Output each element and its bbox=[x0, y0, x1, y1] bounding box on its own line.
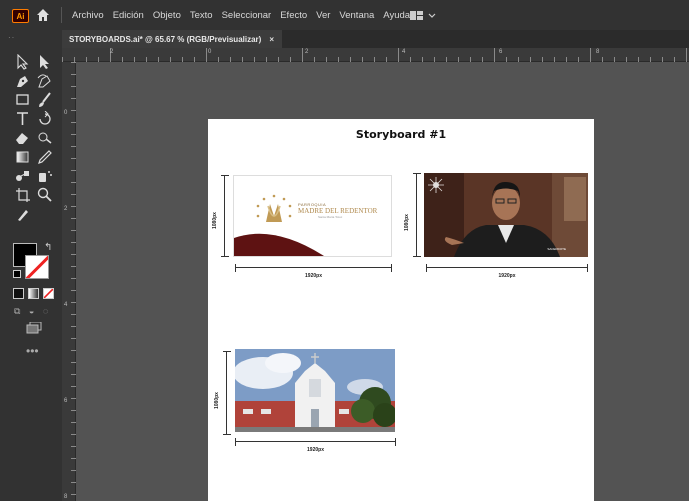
gradient-mode-icon[interactable] bbox=[28, 288, 39, 299]
ruler-label: 6 bbox=[64, 398, 68, 404]
stroke-color-swatch[interactable] bbox=[25, 255, 49, 279]
priest-photo bbox=[424, 173, 588, 257]
height-dimension-label: 1080px bbox=[404, 214, 410, 231]
church-photo bbox=[235, 349, 395, 432]
curvature-tool-icon[interactable] bbox=[36, 73, 54, 89]
gradient-tool-icon[interactable] bbox=[14, 149, 32, 165]
parish-logo-text: PARROQUIA MADRE DEL REDENTOR Santa María… bbox=[298, 202, 377, 219]
ruler-label: 8 bbox=[64, 494, 68, 500]
ruler-label: 2 bbox=[305, 49, 309, 55]
menu-bar: Ai Archivo Edición Objeto Texto Seleccio… bbox=[0, 0, 689, 30]
shape-builder-tool-icon[interactable] bbox=[36, 130, 54, 146]
height-dimension-label: 1080px bbox=[212, 212, 218, 229]
ruler-label: 2 bbox=[64, 206, 68, 212]
width-dimension-label: 1920px bbox=[498, 273, 516, 279]
height-dimension-label: 1080px bbox=[214, 392, 220, 409]
symbol-sprayer-tool-icon[interactable] bbox=[36, 168, 54, 184]
photo-caption: SACERDOTE bbox=[547, 247, 566, 251]
ruler-label: 0 bbox=[208, 49, 212, 55]
none-mode-icon[interactable] bbox=[43, 288, 54, 299]
type-tool-icon[interactable] bbox=[14, 111, 32, 127]
artboard[interactable]: Storyboard #1 1080px PARROQUIA MADRE DEL… bbox=[208, 119, 594, 501]
frame-parish-logo[interactable]: PARROQUIA MADRE DEL REDENTOR Santa María… bbox=[233, 175, 392, 257]
rectangle-tool-icon[interactable] bbox=[14, 92, 32, 108]
hand-tool-icon[interactable] bbox=[14, 206, 32, 222]
more-tools-button[interactable]: ••• bbox=[26, 344, 39, 358]
menu-ventana[interactable]: Ventana bbox=[339, 10, 374, 21]
tools-panel: ·· ↰ ⧉ ◒ ◌ ••• bbox=[0, 30, 62, 501]
paintbrush-tool-icon[interactable] bbox=[36, 92, 54, 108]
swap-colors-icon[interactable]: ↰ bbox=[44, 242, 52, 253]
zoom-tool-icon[interactable] bbox=[36, 187, 54, 203]
ruler-ticks bbox=[71, 62, 76, 495]
width-dimension-label: 1920px bbox=[305, 273, 322, 279]
artboard-tool-icon[interactable] bbox=[14, 187, 32, 203]
frame-priest-photo[interactable]: SACERDOTE bbox=[424, 173, 588, 257]
menu-edicion[interactable]: Edición bbox=[113, 10, 144, 21]
draw-modes-icons[interactable]: ⧉ ◒ ◌ bbox=[14, 306, 51, 317]
menu-separator bbox=[61, 7, 62, 23]
menu-archivo[interactable]: Archivo bbox=[72, 10, 104, 21]
logo-title-text: MADRE DEL REDENTOR bbox=[298, 207, 378, 215]
ruler-label: 4 bbox=[64, 302, 68, 308]
workspace-grid-icon bbox=[410, 11, 423, 20]
default-colors-icon[interactable] bbox=[13, 270, 21, 278]
ruler-ticks bbox=[62, 48, 687, 62]
illustrator-logo: Ai bbox=[12, 9, 29, 23]
logo-wave-shape bbox=[234, 233, 324, 256]
document-tab-title: STORYBOARDS.ai* @ 65.67 % (RGB/Previsual… bbox=[69, 34, 262, 44]
home-icon[interactable] bbox=[36, 8, 50, 22]
close-icon[interactable]: × bbox=[269, 35, 274, 44]
menu-list: Archivo Edición Objeto Texto Seleccionar… bbox=[72, 0, 410, 30]
vertical-ruler[interactable]: 0 2 4 6 8 bbox=[62, 62, 76, 501]
menu-objeto[interactable]: Objeto bbox=[153, 10, 181, 21]
pen-tool-icon[interactable] bbox=[14, 73, 32, 89]
chevron-down-icon bbox=[428, 13, 436, 18]
height-dimension-line bbox=[223, 351, 234, 435]
horizontal-ruler[interactable]: 2 0 2 4 6 8 bbox=[62, 48, 689, 62]
ruler-label: 6 bbox=[499, 49, 503, 55]
ruler-label: 2 bbox=[110, 49, 114, 55]
panel-grip[interactable]: ·· bbox=[8, 33, 15, 42]
document-tab[interactable]: STORYBOARDS.ai* @ 65.67 % (RGB/Previsual… bbox=[62, 30, 282, 48]
selection-tool-icon[interactable] bbox=[14, 54, 32, 70]
menu-efecto[interactable]: Efecto bbox=[280, 10, 307, 21]
menu-ayuda[interactable]: Ayuda bbox=[383, 10, 410, 21]
workspace-switcher[interactable] bbox=[410, 11, 436, 20]
eyedropper-tool-icon[interactable] bbox=[36, 149, 54, 165]
eraser-tool-icon[interactable] bbox=[14, 130, 32, 146]
ruler-label: 0 bbox=[64, 110, 68, 116]
ruler-label: 8 bbox=[596, 49, 600, 55]
rotate-tool-icon[interactable] bbox=[36, 111, 54, 127]
height-dimension-line bbox=[221, 175, 232, 257]
menu-texto[interactable]: Texto bbox=[190, 10, 213, 21]
width-dimension-label: 1920px bbox=[307, 447, 324, 453]
screen-mode-icon[interactable] bbox=[26, 322, 42, 334]
color-mode-icon[interactable] bbox=[13, 288, 24, 299]
direct-selection-tool-icon[interactable] bbox=[36, 54, 54, 70]
height-dimension-line bbox=[413, 173, 424, 257]
ruler-label: 4 bbox=[402, 49, 406, 55]
menu-ver[interactable]: Ver bbox=[316, 10, 330, 21]
frame-church-photo[interactable] bbox=[235, 349, 395, 432]
storyboard-title[interactable]: Storyboard #1 bbox=[208, 128, 594, 141]
logo-subtitle-text: Santa María Totoc bbox=[318, 215, 343, 219]
blend-tool-icon[interactable] bbox=[14, 168, 32, 184]
document-tab-bar: STORYBOARDS.ai* @ 65.67 % (RGB/Previsual… bbox=[62, 30, 689, 48]
menu-seleccionar[interactable]: Seleccionar bbox=[222, 10, 272, 21]
